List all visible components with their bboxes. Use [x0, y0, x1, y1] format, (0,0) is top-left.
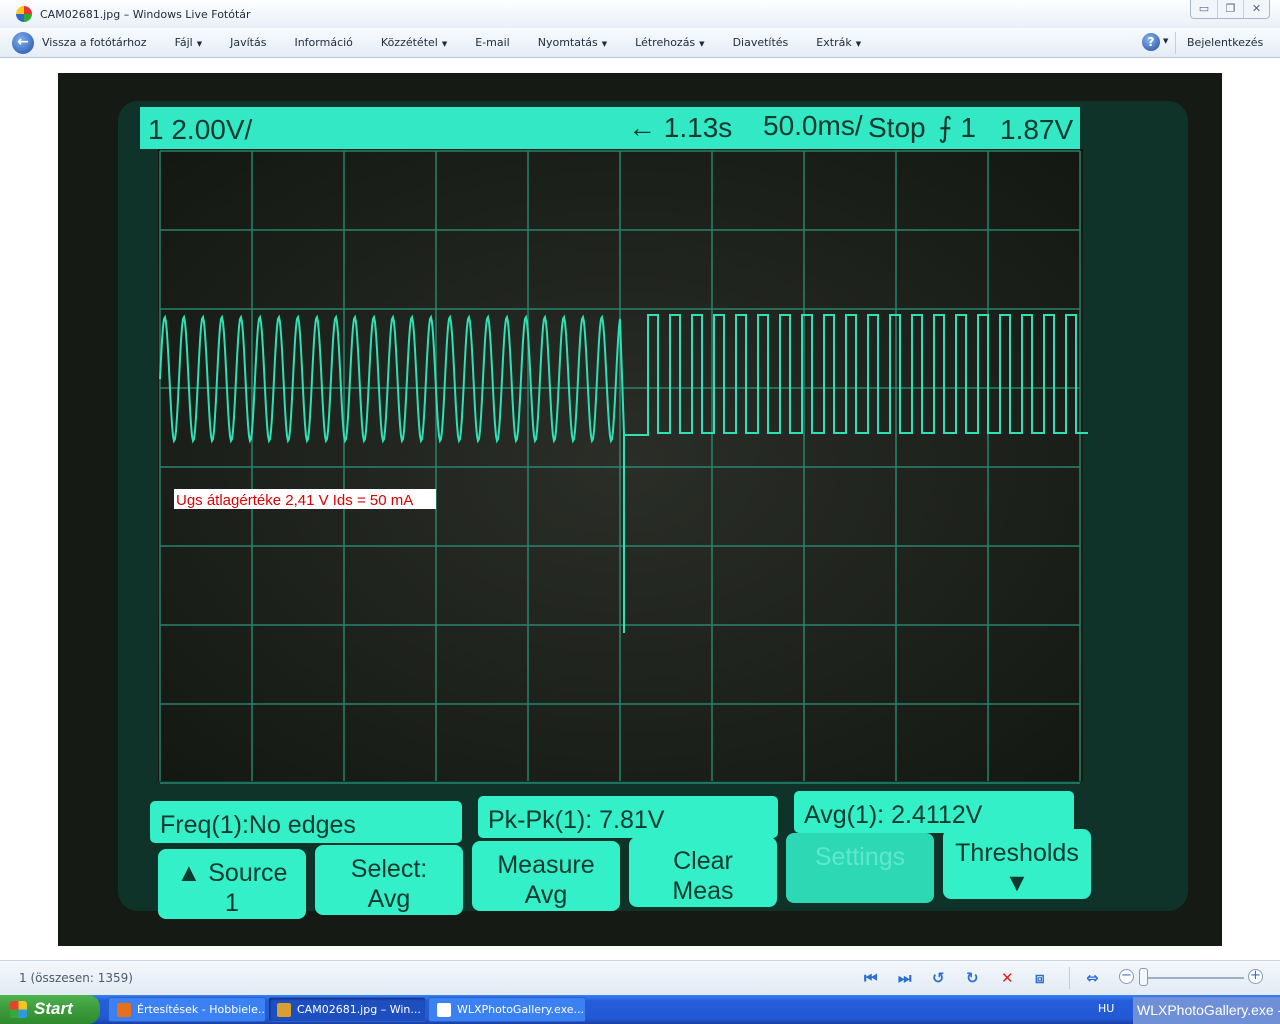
menu-e-mail[interactable]: E-mail: [461, 36, 524, 49]
trigger-source: ⨍ 1: [938, 112, 976, 143]
chevron-down-icon: ▼: [441, 40, 448, 48]
menu-f-jl[interactable]: Fájl ▼: [161, 36, 217, 49]
taskbar-item[interactable]: Értesítések - Hobbiele...: [108, 997, 266, 1022]
softkey-label: Avg: [525, 881, 568, 909]
help-icon[interactable]: ?: [1142, 33, 1160, 51]
start-label: Start: [34, 999, 73, 1018]
divider: [1069, 967, 1070, 989]
menu-k-zz-t-tel[interactable]: Közzététel ▼: [367, 36, 461, 49]
menu-label: Nyomtatás: [537, 36, 598, 49]
fit-icon[interactable]: ⇔: [1086, 969, 1099, 987]
app-icon: [437, 1003, 451, 1017]
next-icon[interactable]: ⏭: [898, 969, 912, 987]
menu-label: Javítás: [230, 36, 267, 49]
zoom-slider-thumb[interactable]: [1139, 968, 1148, 986]
sign-in-button[interactable]: Bejelentkezés: [1187, 36, 1263, 49]
status-bar: 1 (összesen: 1359) ⏮ ⏭ ↺ ↻ ✕ ⧈ ⇔ − +: [0, 960, 1280, 995]
menu-label: Létrehozás: [635, 36, 696, 49]
softkey-label: Measure: [497, 851, 594, 879]
photo-viewer: 1 2.00V/ ← 1.13s 50.0ms/ Stop ⨍ 1 1.87V …: [0, 59, 1280, 960]
photo-gallery-app-icon: [16, 6, 32, 22]
menu-label: Információ: [294, 36, 353, 49]
photo-oscilloscope: 1 2.00V/ ← 1.13s 50.0ms/ Stop ⨍ 1 1.87V …: [58, 73, 1222, 946]
delete-icon[interactable]: ✕: [1001, 969, 1014, 987]
zoom-out-icon[interactable]: −: [1119, 969, 1134, 984]
chevron-down-icon: ▼: [699, 40, 705, 48]
taskbar-item[interactable]: WLXPhotoGallery.exe...: [428, 997, 586, 1022]
zoom-slider[interactable]: [1140, 977, 1244, 979]
close-button[interactable]: ✕: [1243, 0, 1269, 18]
measurement-value: Avg(1): 2.4112V: [804, 801, 983, 829]
time-delay: ← 1.13s: [628, 112, 732, 143]
softkey-label: Meas: [672, 877, 733, 905]
title-bar: CAM02681.jpg – Windows Live Fotótár ▭ ❐ …: [0, 0, 1280, 28]
start-button[interactable]: Start: [0, 995, 100, 1024]
measurement-value: Pk-Pk(1): 7.81V: [488, 806, 665, 834]
menu-label: Közzététel: [380, 36, 438, 49]
menu-diavet-t-s[interactable]: Diavetítés: [719, 36, 803, 49]
softkey-label: Settings: [815, 843, 905, 871]
menu-label: Diavetítés: [732, 36, 789, 49]
toolbar: ← Vissza a fotótárhoz Fájl ▼ Javítás Inform…: [0, 28, 1280, 58]
menu-extr-k[interactable]: Extrák ▼: [802, 36, 875, 49]
measurement-value: Freq(1):No edges: [160, 811, 356, 839]
timebase: 50.0ms/: [763, 110, 863, 141]
rotate-right-icon[interactable]: ↻: [966, 969, 979, 987]
softkey-label: Avg: [368, 885, 411, 913]
run-state: Stop: [868, 112, 926, 143]
app-icon: [277, 1003, 291, 1017]
back-arrow-icon[interactable]: ←: [12, 31, 34, 54]
menu-jav-t-s[interactable]: Javítás: [216, 36, 280, 49]
app-icon: [117, 1003, 131, 1017]
zoom-in-icon[interactable]: +: [1248, 969, 1263, 984]
chevron-down-icon: ▼: [855, 40, 862, 48]
taskbar-item-label: CAM02681.jpg – Win...: [297, 1003, 421, 1016]
previous-icon[interactable]: ⏮: [864, 969, 878, 987]
softkey-label: ▲ Source: [177, 859, 288, 887]
help-dropdown-icon[interactable]: ▼: [1163, 37, 1168, 45]
annotation-text: Ugs átlagértéke 2,41 V Ids = 50 mA: [176, 492, 413, 509]
menu-label: Fájl: [174, 36, 193, 49]
window-title: CAM02681.jpg – Windows Live Fotótár: [40, 7, 251, 21]
menu-nyomtat-s[interactable]: Nyomtatás ▼: [524, 36, 621, 49]
slideshow-icon[interactable]: ⧈: [1035, 969, 1045, 987]
back-to-gallery-button[interactable]: Vissza a fotótárhoz: [34, 36, 161, 49]
menu-label: E-mail: [475, 36, 510, 49]
windows-logo-icon: [10, 1001, 27, 1018]
chevron-down-icon: ▼: [601, 40, 608, 48]
softkey-label: ▼: [1005, 869, 1030, 897]
softkey-label: Clear: [673, 847, 733, 875]
softkey-label: 1: [225, 889, 239, 917]
rotate-left-icon[interactable]: ↺: [932, 969, 945, 987]
divider: [1175, 32, 1176, 54]
taskbar: Start Értesítések - Hobbiele... CAM02681.…: [0, 995, 1280, 1024]
taskbar-item-label: WLXPhotoGallery.exe...: [457, 1003, 585, 1016]
channel-scale: 1 2.00V/: [148, 114, 253, 145]
menu-inform-ci-[interactable]: Információ: [280, 36, 366, 49]
language-indicator[interactable]: HU: [1098, 1002, 1114, 1015]
menu-l-trehoz-s[interactable]: Létrehozás ▼: [621, 36, 718, 49]
photo-count: 1 (összesen: 1359): [19, 971, 133, 985]
softkey-label: Select:: [351, 855, 427, 883]
trigger-level: 1.87V: [1000, 114, 1073, 145]
chevron-down-icon: ▼: [196, 40, 203, 48]
minimize-button[interactable]: ▭: [1191, 0, 1217, 18]
taskbar-item-label: Értesítések - Hobbiele...: [137, 1003, 266, 1016]
restore-button[interactable]: ❐: [1217, 0, 1243, 18]
taskbar-item[interactable]: CAM02681.jpg – Win...: [268, 997, 426, 1022]
softkey-label: Thresholds: [955, 839, 1079, 867]
tooltip: WLXPhotoGallery.exe -: [1133, 997, 1280, 1024]
menu-label: Extrák: [816, 36, 852, 49]
